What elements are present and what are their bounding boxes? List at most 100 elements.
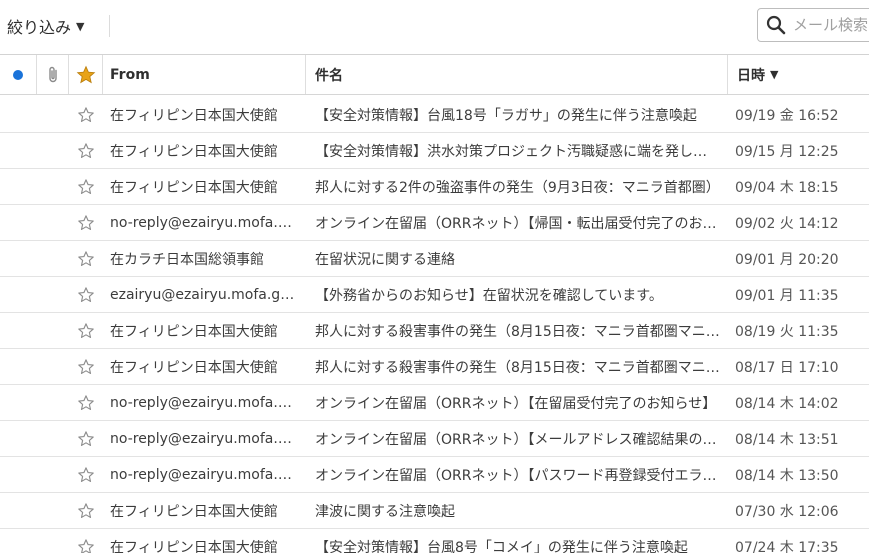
column-header-unread[interactable] bbox=[0, 55, 37, 94]
email-date: 09/02 火 14:12 bbox=[735, 215, 839, 232]
email-from: 在カラチ日本国総領事館 bbox=[110, 251, 264, 268]
email-row[interactable]: 在フィリピン日本国大使館 【安全対策情報】洪水対策プロジェクト汚職疑惑に端を発した… bbox=[0, 133, 869, 169]
email-date: 09/15 月 12:25 bbox=[735, 143, 839, 160]
email-date: 09/04 木 18:15 bbox=[735, 179, 839, 196]
email-row[interactable]: 在フィリピン日本国大使館 津波に関する注意喚起 07/30 水 12:06 bbox=[0, 493, 869, 529]
email-row[interactable]: ezairyu@ezairyu.mofa.go.jp 【外務省からのお知らせ】在留… bbox=[0, 277, 869, 313]
email-date: 08/17 日 17:10 bbox=[735, 359, 839, 376]
email-subject: 津波に関する注意喚起 bbox=[315, 503, 455, 520]
star-outline-icon bbox=[78, 394, 94, 410]
column-header-from-label: From bbox=[110, 66, 150, 83]
search-box[interactable] bbox=[757, 8, 869, 42]
column-header-star[interactable] bbox=[69, 55, 103, 94]
email-from: 在フィリピン日本国大使館 bbox=[110, 108, 278, 124]
sort-descending-icon: ▼ bbox=[770, 68, 779, 81]
email-subject: 【外務省からのお知らせ】在留状況を確認しています。 bbox=[315, 287, 663, 304]
email-subject: オンライン在留届（ORRネット）【パスワード再登録受付エラーのお知らせ】 bbox=[315, 467, 728, 484]
column-header-subject[interactable]: 件名 bbox=[306, 55, 728, 94]
email-from: 在フィリピン日本国大使館 bbox=[110, 503, 278, 520]
email-row[interactable]: no-reply@ezairyu.mofa.go.jp オンライン在留届（ORRネ… bbox=[0, 421, 869, 457]
star-outline-icon bbox=[78, 322, 94, 338]
filter-label: 絞り込み bbox=[7, 18, 72, 37]
star-filled-icon bbox=[76, 65, 95, 83]
email-subject: 邦人に対する殺害事件の発生（8月15日夜：マニラ首都圏マニラ市） bbox=[315, 323, 728, 340]
column-header-subject-label: 件名 bbox=[315, 67, 343, 84]
email-from: 在フィリピン日本国大使館 bbox=[110, 539, 278, 553]
paperclip-icon bbox=[48, 66, 57, 82]
email-from: 在フィリピン日本国大使館 bbox=[110, 143, 278, 160]
column-header-date[interactable]: 日時 ▼ bbox=[728, 55, 869, 94]
email-from: no-reply@ezairyu.mofa.go.jp bbox=[110, 430, 306, 447]
email-date: 09/01 月 20:20 bbox=[735, 251, 839, 268]
star-outline-icon bbox=[78, 142, 94, 158]
filter-button[interactable]: 絞り込み ▼ bbox=[7, 14, 84, 38]
star-outline-icon bbox=[78, 286, 94, 302]
star-toggle[interactable] bbox=[69, 322, 103, 340]
email-subject: 邦人に対する殺害事件の発生（8月15日夜：マニラ首都圏マニラ市） bbox=[315, 359, 728, 376]
column-header-from[interactable]: From bbox=[103, 55, 306, 94]
email-subject: 【安全対策情報】台風18号「ラガサ」の発生に伴う注意喚起 bbox=[315, 108, 697, 124]
email-from: no-reply@ezairyu.mofa.go.jp bbox=[110, 394, 306, 411]
star-toggle[interactable] bbox=[69, 466, 103, 484]
star-toggle[interactable] bbox=[69, 214, 103, 232]
star-outline-icon bbox=[78, 430, 94, 446]
email-subject: 【安全対策情報】台風8号「コメイ」の発生に伴う注意喚起 bbox=[315, 539, 688, 553]
star-outline-icon bbox=[78, 107, 94, 123]
email-from: 在フィリピン日本国大使館 bbox=[110, 323, 278, 340]
email-subject: オンライン在留届（ORRネット）【帰国・転出届受付完了のお知らせ】 bbox=[315, 215, 728, 232]
star-toggle[interactable] bbox=[69, 430, 103, 448]
email-row[interactable]: 在フィリピン日本国大使館 【安全対策情報】台風18号「ラガサ」の発生に伴う注意喚起… bbox=[0, 98, 869, 133]
email-subject: 邦人に対する2件の強盗事件の発生（9月3日夜：マニラ首都圏） bbox=[315, 179, 720, 196]
email-row[interactable]: 在カラチ日本国総領事館 在留状況に関する連絡 09/01 月 20:20 bbox=[0, 241, 869, 277]
search-icon bbox=[766, 15, 786, 35]
email-subject: 在留状況に関する連絡 bbox=[315, 251, 455, 268]
email-date: 08/14 木 13:50 bbox=[735, 467, 839, 484]
email-row[interactable]: 在フィリピン日本国大使館 【安全対策情報】台風8号「コメイ」の発生に伴う注意喚起 0… bbox=[0, 529, 869, 553]
email-date: 09/19 金 16:52 bbox=[735, 108, 839, 124]
email-row[interactable]: no-reply@ezairyu.mofa.go.jp オンライン在留届（ORRネ… bbox=[0, 205, 869, 241]
star-outline-icon bbox=[78, 178, 94, 194]
star-toggle[interactable] bbox=[69, 358, 103, 376]
column-header-row: From 件名 日時 ▼ bbox=[0, 55, 869, 95]
star-outline-icon bbox=[78, 538, 94, 553]
email-subject: オンライン在留届（ORRネット）【メールアドレス確認結果のお知らせ】 bbox=[315, 431, 728, 448]
chevron-down-icon: ▼ bbox=[76, 19, 85, 33]
email-date: 07/24 木 17:35 bbox=[735, 539, 839, 553]
toolbar-divider bbox=[109, 15, 110, 37]
mail-list-view: 絞り込み ▼ From 件名 bbox=[0, 0, 869, 553]
email-date: 08/14 木 14:02 bbox=[735, 395, 839, 412]
email-row[interactable]: no-reply@ezairyu.mofa.go.jp オンライン在留届（ORRネ… bbox=[0, 457, 869, 493]
email-row[interactable]: 在フィリピン日本国大使館 邦人に対する2件の強盗事件の発生（9月3日夜：マニラ首都… bbox=[0, 169, 869, 205]
email-from: ezairyu@ezairyu.mofa.go.jp bbox=[110, 286, 306, 303]
unread-dot-icon bbox=[13, 69, 23, 80]
star-toggle[interactable] bbox=[69, 142, 103, 160]
star-toggle[interactable] bbox=[69, 286, 103, 304]
column-header-date-label: 日時 bbox=[737, 67, 765, 84]
star-outline-icon bbox=[78, 502, 94, 518]
email-date: 08/14 木 13:51 bbox=[735, 431, 839, 448]
star-toggle[interactable] bbox=[69, 178, 103, 196]
email-date: 09/01 月 11:35 bbox=[735, 287, 839, 304]
email-subject: オンライン在留届（ORRネット）【在留届受付完了のお知らせ】 bbox=[315, 395, 717, 412]
email-from: 在フィリピン日本国大使館 bbox=[110, 179, 278, 196]
toolbar: 絞り込み ▼ bbox=[0, 0, 869, 55]
star-outline-icon bbox=[78, 214, 94, 230]
email-row[interactable]: no-reply@ezairyu.mofa.go.jp オンライン在留届（ORRネ… bbox=[0, 385, 869, 421]
email-row[interactable]: 在フィリピン日本国大使館 邦人に対する殺害事件の発生（8月15日夜：マニラ首都圏マ… bbox=[0, 313, 869, 349]
column-header-attachment[interactable] bbox=[37, 55, 69, 94]
star-toggle[interactable] bbox=[69, 250, 103, 268]
star-toggle[interactable] bbox=[69, 394, 103, 412]
star-toggle[interactable] bbox=[69, 502, 103, 520]
email-row[interactable]: 在フィリピン日本国大使館 邦人に対する殺害事件の発生（8月15日夜：マニラ首都圏マ… bbox=[0, 349, 869, 385]
email-from: no-reply@ezairyu.mofa.go.jp bbox=[110, 466, 306, 483]
email-date: 07/30 水 12:06 bbox=[735, 503, 839, 520]
email-from: no-reply@ezairyu.mofa.go.jp bbox=[110, 214, 306, 231]
star-toggle[interactable] bbox=[69, 538, 103, 553]
star-outline-icon bbox=[78, 466, 94, 482]
search-input[interactable] bbox=[793, 16, 869, 34]
email-list: 在フィリピン日本国大使館 【安全対策情報】台風18号「ラガサ」の発生に伴う注意喚起… bbox=[0, 98, 869, 553]
email-subject: 【安全対策情報】洪水対策プロジェクト汚職疑惑に端を発した抗議活動に関する注意喚起 bbox=[315, 143, 728, 160]
star-toggle[interactable] bbox=[69, 106, 103, 124]
star-outline-icon bbox=[78, 250, 94, 266]
email-date: 08/19 火 11:35 bbox=[735, 323, 839, 340]
